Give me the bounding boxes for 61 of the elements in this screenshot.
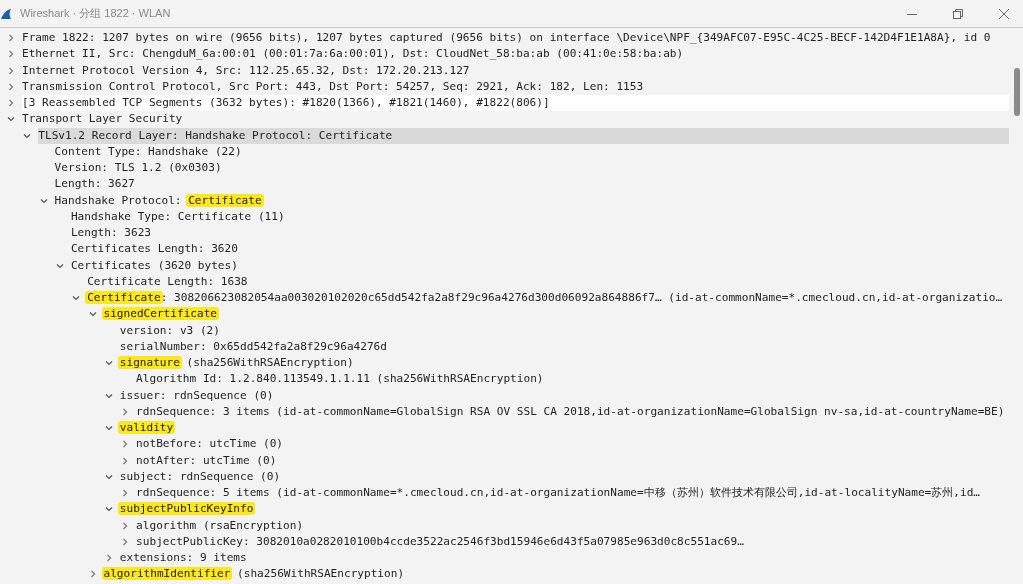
chevron-right-icon[interactable] — [121, 456, 130, 465]
tree-item[interactable]: signature (sha256WithRSAEncryption) — [119, 355, 354, 372]
tree-item[interactable]: Version: TLS 1.2 (0x0303) — [54, 160, 222, 177]
tree-item[interactable]: Algorithm Id: 1.2.840.113549.1.1.11 (sha256WithRSAEncryption) — [136, 371, 544, 388]
tree-item[interactable]: validity — [119, 420, 174, 437]
tree-item[interactable]: Frame 1822: 1207 bytes on wire (9656 bits), 1207 bytes captured (9656 bits) on interface \Device\NPF_{349AFC07-E95C-4C25-BECF-142D4F1E1A8A}, id 0 — [22, 30, 991, 47]
chevron-down-icon[interactable] — [88, 310, 97, 319]
chevron-right-icon[interactable] — [121, 537, 130, 546]
tree-item[interactable]: Certificate: 308206623082054aa003020102020c65dd542fa2a8f29c96a4276d300d06092a864886f7… (id-at-commonName=*.cmecloud.cn,id-at-organizatio… — [87, 290, 1003, 307]
chevron-right-icon[interactable] — [7, 34, 15, 43]
tree-item[interactable]: algorithm (rsaEncryption) — [136, 517, 304, 534]
fin-icon — [0, 7, 12, 20]
tree-item[interactable]: Content Type: Handshake (22) — [54, 143, 242, 160]
tree-item[interactable]: signedCertificate — [103, 306, 218, 323]
chevron-down-icon[interactable] — [23, 131, 32, 140]
chevron-right-icon[interactable] — [7, 82, 15, 91]
tree-item[interactable]: subjectPublicKey: 3082010a0282010100b4ccde3522ac2546f3bd15946e6d43f5a07985e963d0c8c551ac69… — [136, 533, 744, 550]
tree-item[interactable]: Transmission Control Protocol, Src Port: 443, Dst Port: 54257, Seq: 2921, Ack: 182, Len: 1153 — [22, 78, 644, 95]
chevron-right-icon[interactable] — [121, 407, 130, 416]
chevron-right-icon[interactable] — [104, 554, 113, 563]
tree-item[interactable]: rdnSequence: 3 items (id-at-commonName=GlobalSign RSA OV SSL CA 2018,id-at-organizationName=GlobalSign nv-sa,id-at-countryName=BE) — [136, 403, 1005, 420]
chevron-right-icon[interactable] — [121, 489, 130, 498]
tree-item[interactable]: Handshake Protocol: Certificate — [54, 192, 262, 209]
chevron-down-icon[interactable] — [72, 294, 81, 303]
chevron-right-icon[interactable] — [7, 50, 15, 59]
chevron-down-icon[interactable] — [39, 196, 48, 205]
chevron-down-icon[interactable] — [7, 115, 15, 124]
chevron-down-icon[interactable] — [55, 261, 64, 270]
window-title: Wireshark · 分组 1822 · WLAN — [20, 6, 171, 21]
chevron-down-icon[interactable] — [104, 391, 113, 400]
tree-item[interactable]: algorithmIdentifier (sha256WithRSAEncryption) — [103, 566, 405, 583]
tree-item[interactable]: Certificate Length: 1638 — [87, 273, 248, 290]
tree-item[interactable]: rdnSequence: 5 items (id-at-commonName=*.cmecloud.cn,id-at-organizationName=中移（苏州）软件技术有限公司,id-at-localityName=苏州,id… — [136, 485, 980, 502]
tree-item[interactable]: Length: 3623 — [70, 225, 152, 242]
restore-icon[interactable] — [953, 8, 963, 19]
chevron-right-icon[interactable] — [88, 570, 97, 579]
tree-item[interactable]: extensions: 9 items — [119, 550, 247, 567]
tree-item[interactable]: issuer: rdnSequence (0) — [119, 387, 274, 404]
close-icon[interactable] — [999, 8, 1009, 19]
tree-item[interactable]: Transport Layer Security — [22, 111, 183, 128]
tree-item[interactable]: subjectPublicKeyInfo — [119, 501, 254, 518]
tree-item[interactable]: Handshake Type: Certificate (11) — [70, 208, 285, 225]
scrollbar[interactable] — [1014, 68, 1020, 116]
chevron-down-icon[interactable] — [104, 505, 113, 514]
tree-item[interactable]: notAfter: utcTime (0) — [136, 452, 277, 469]
chevron-right-icon[interactable] — [7, 99, 15, 108]
chevron-down-icon[interactable] — [104, 359, 113, 368]
tree-item[interactable]: Internet Protocol Version 4, Src: 112.25.65.32, Dst: 172.20.213.127 — [22, 62, 470, 79]
chevron-down-icon[interactable] — [104, 472, 113, 481]
chevron-right-icon[interactable] — [121, 440, 130, 449]
chevron-down-icon[interactable] — [104, 424, 113, 433]
chevron-right-icon[interactable] — [121, 521, 130, 530]
tree-item[interactable]: Certificates Length: 3620 — [70, 241, 238, 258]
tree-item[interactable]: subject: rdnSequence (0) — [119, 468, 281, 485]
tree-item[interactable]: notBefore: utcTime (0) — [136, 436, 284, 453]
tree-item[interactable]: version: v3 (2) — [119, 322, 220, 339]
tree-item[interactable]: Length: 3627 — [54, 176, 135, 193]
tree-item[interactable]: Ethernet II, Src: ChengduM_6a:00:01 (00:01:7a:6a:00:01), Dst: CloudNet_58:ba:ab (00:41:0e:58:ba:ab) — [22, 46, 684, 63]
tree-item[interactable]: Certificates (3620 bytes) — [70, 257, 238, 274]
chevron-right-icon[interactable] — [7, 66, 15, 75]
tree-item[interactable]: serialNumber: 0x65dd542fa2a8f29c96a4276d — [119, 338, 387, 355]
